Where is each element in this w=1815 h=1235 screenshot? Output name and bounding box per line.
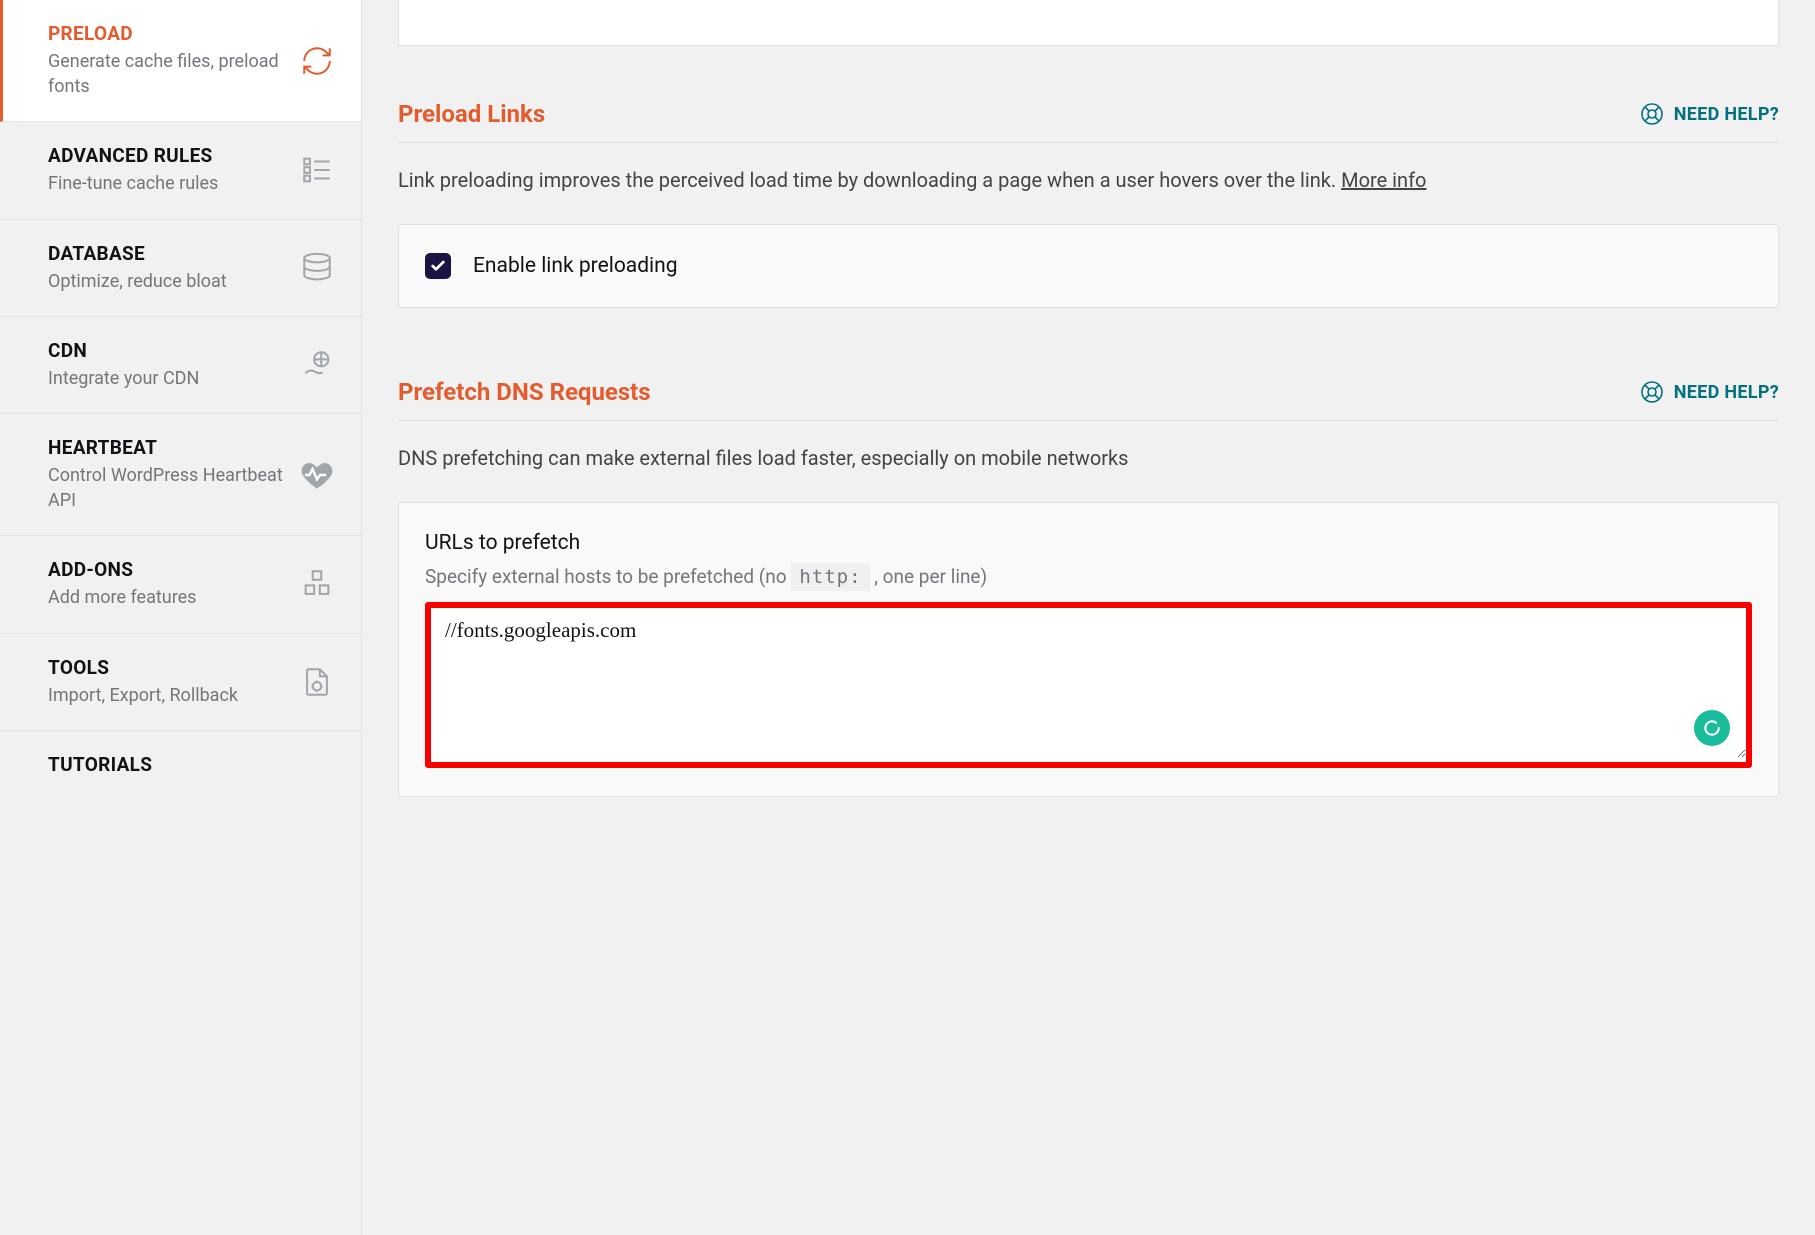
nav-title: ADVANCED RULES	[48, 144, 299, 167]
sidebar-item-advanced-rules[interactable]: ADVANCED RULES Fine-tune cache rules	[0, 122, 361, 219]
refresh-icon	[299, 43, 335, 79]
nav-title: HEARTBEAT	[48, 436, 299, 459]
section-description: Link preloading improves the perceived l…	[398, 165, 1779, 196]
section-prefetch-dns: Prefetch DNS Requests NEED HELP? DNS pre…	[398, 378, 1779, 797]
lifebuoy-icon	[1640, 102, 1664, 126]
section-title: Preload Links	[398, 100, 545, 128]
nav-subtitle: Generate cache files, preload fonts	[48, 49, 299, 99]
checkbox-label: Enable link preloading	[473, 254, 678, 278]
previous-card-bottom	[398, 0, 1779, 46]
help-link[interactable]: NEED HELP?	[1640, 102, 1779, 126]
list-icon	[299, 152, 335, 188]
sidebar-item-cdn[interactable]: CDN Integrate your CDN	[0, 317, 361, 414]
lifebuoy-icon	[1640, 380, 1664, 404]
grammarly-icon[interactable]	[1694, 710, 1730, 746]
help-link[interactable]: NEED HELP?	[1640, 380, 1779, 404]
nav-subtitle: Optimize, reduce bloat	[48, 269, 299, 294]
sidebar-item-tutorials[interactable]: TUTORIALS	[0, 731, 361, 784]
tools-icon	[299, 664, 335, 700]
addons-icon	[299, 566, 335, 602]
nav-subtitle: Add more features	[48, 585, 299, 610]
section-title: Prefetch DNS Requests	[398, 378, 651, 406]
nav-subtitle: Fine-tune cache rules	[48, 171, 299, 196]
nav-title: ADD-ONS	[48, 558, 299, 581]
cdn-icon	[299, 347, 335, 383]
help-label: NEED HELP?	[1674, 104, 1779, 125]
option-box-link-preloading: Enable link preloading	[398, 224, 1779, 308]
nav-title: TUTORIALS	[48, 753, 335, 776]
section-preload-links: Preload Links NEED HELP? Link preloading…	[398, 100, 1779, 308]
highlighted-textarea-wrap	[425, 602, 1752, 768]
nav-subtitle: Import, Export, Rollback	[48, 683, 299, 708]
database-icon	[299, 250, 335, 286]
more-info-link[interactable]: More info	[1341, 168, 1426, 192]
sidebar-item-addons[interactable]: ADD-ONS Add more features	[0, 536, 361, 633]
section-description: DNS prefetching can make external files …	[398, 443, 1779, 474]
settings-sidebar: PRELOAD Generate cache files, preload fo…	[0, 0, 362, 1235]
nav-title: CDN	[48, 339, 299, 362]
option-box-prefetch-urls: URLs to prefetch Specify external hosts …	[398, 502, 1779, 797]
help-label: NEED HELP?	[1674, 382, 1779, 403]
main-content: Preload Links NEED HELP? Link preloading…	[362, 0, 1815, 1235]
sidebar-item-preload[interactable]: PRELOAD Generate cache files, preload fo…	[0, 0, 361, 122]
nav-title: TOOLS	[48, 656, 299, 679]
nav-title: DATABASE	[48, 242, 299, 265]
field-hint: Specify external hosts to be prefetched …	[425, 565, 1752, 588]
sidebar-item-database[interactable]: DATABASE Optimize, reduce bloat	[0, 220, 361, 317]
nav-subtitle: Control WordPress Heartbeat API	[48, 463, 299, 513]
sidebar-item-heartbeat[interactable]: HEARTBEAT Control WordPress Heartbeat AP…	[0, 414, 361, 536]
prefetch-urls-textarea[interactable]	[431, 608, 1746, 758]
checkbox-enable-link-preloading[interactable]	[425, 253, 451, 279]
code-http: http:	[791, 563, 869, 591]
sidebar-item-tools[interactable]: TOOLS Import, Export, Rollback	[0, 634, 361, 731]
heartbeat-icon	[299, 457, 335, 493]
nav-title: PRELOAD	[48, 22, 299, 45]
nav-subtitle: Integrate your CDN	[48, 366, 299, 391]
field-label: URLs to prefetch	[425, 531, 1752, 555]
